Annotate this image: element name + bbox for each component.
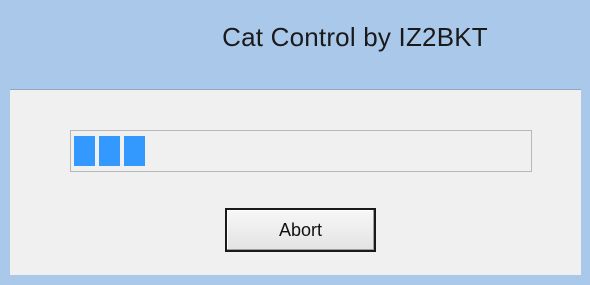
title-bar[interactable]: Cat Control by IZ2BKT (0, 0, 590, 88)
progress-block (99, 136, 120, 166)
progress-fill (74, 136, 145, 166)
app-window: Cat Control by IZ2BKT Abort (0, 0, 590, 285)
window-bottom-border (0, 275, 590, 285)
progress-block (74, 136, 95, 166)
progress-bar (70, 130, 532, 172)
abort-button[interactable]: Abort (225, 208, 376, 252)
window-title: Cat Control by IZ2BKT (222, 22, 488, 52)
progress-block (124, 136, 145, 166)
dialog-body: Abort (10, 89, 581, 275)
status-text (170, 98, 410, 114)
